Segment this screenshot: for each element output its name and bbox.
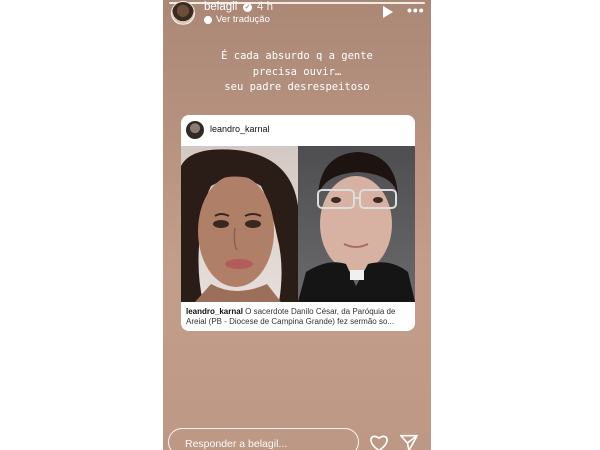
play-icon[interactable] xyxy=(383,6,393,18)
shared-post-image xyxy=(181,146,415,302)
shared-post-avatar xyxy=(186,121,204,139)
caption-username[interactable]: leandro_karnal xyxy=(186,307,243,316)
avatar[interactable] xyxy=(171,1,195,25)
story-header: belagil ✓ 4 h Ver tradução ••• xyxy=(169,0,425,28)
heart-icon[interactable] xyxy=(369,434,389,450)
caption-line: seu padre desrespeitoso xyxy=(224,81,370,93)
story-username[interactable]: belagil xyxy=(204,1,237,13)
reply-bar: Responder a belagil... xyxy=(163,428,431,450)
story-time: 4 h xyxy=(257,1,273,13)
send-icon[interactable] xyxy=(399,434,419,450)
shared-post-caption: leandro_karnal O sacerdote Danilo César,… xyxy=(186,307,412,327)
more-icon[interactable]: ••• xyxy=(407,2,425,18)
story-caption: É cada absurdo q a gente precisa ouvir… … xyxy=(163,49,431,96)
translate-icon xyxy=(204,16,212,24)
story-viewer[interactable]: belagil ✓ 4 h Ver tradução ••• É cada ab… xyxy=(163,0,431,450)
verified-icon: ✓ xyxy=(243,3,252,12)
shared-post-username[interactable]: leandro_karnal xyxy=(210,124,270,134)
shared-post-card[interactable]: leandro_karnal leandro_karnal O sacerdot… xyxy=(181,115,415,331)
translate-link[interactable]: Ver tradução xyxy=(216,14,270,25)
reply-input[interactable]: Responder a belagil... xyxy=(168,428,359,450)
caption-line: precisa ouvir… xyxy=(252,65,342,78)
woman-portrait xyxy=(181,146,298,302)
priest-portrait xyxy=(298,146,415,302)
caption-line: É cada absurdo q a gente xyxy=(221,50,373,62)
